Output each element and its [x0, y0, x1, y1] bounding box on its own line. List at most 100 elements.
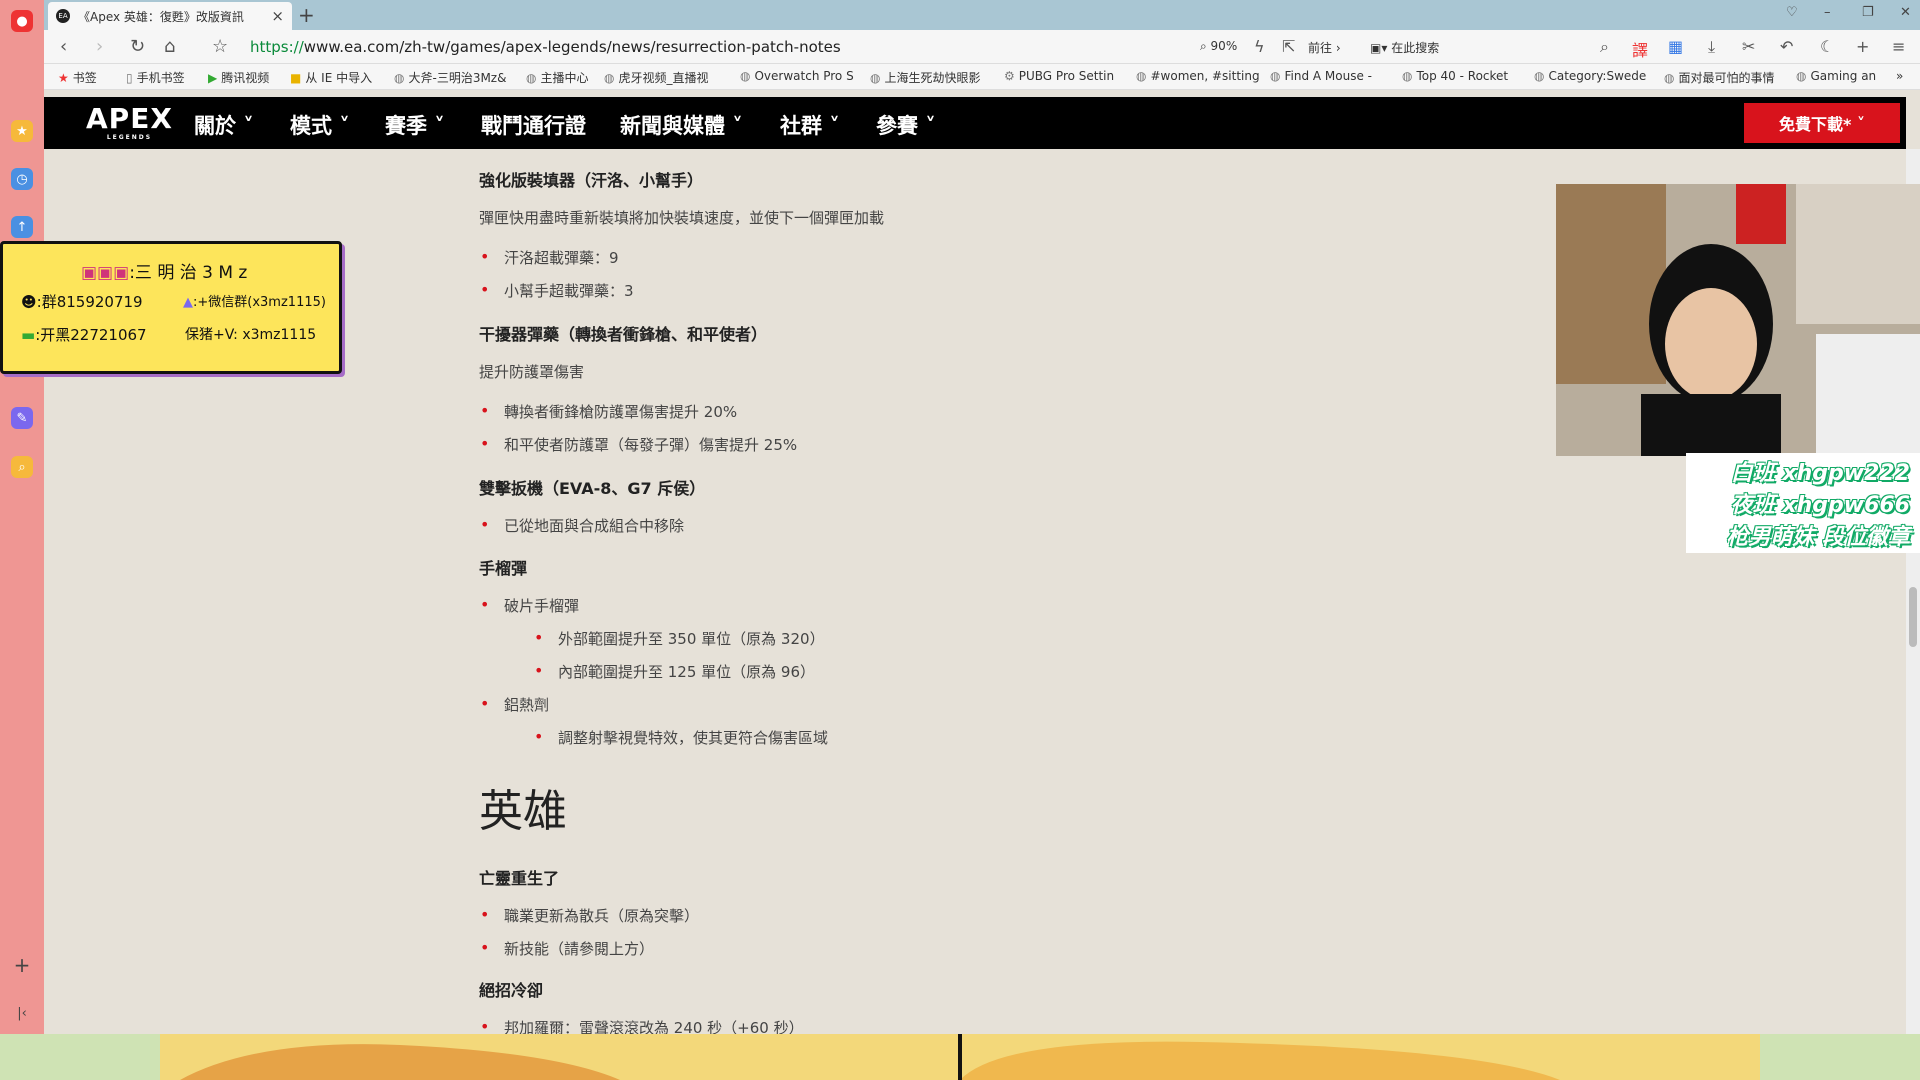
minimize-icon[interactable]: – [1824, 5, 1831, 20]
search-icon[interactable]: ⌕ [1600, 37, 1609, 57]
globe-icon: ◍ [740, 69, 751, 83]
close-window-icon[interactable]: ✕ [1900, 5, 1911, 20]
section-title: 強化版裝填器（汗洛、小幫手） [479, 171, 704, 190]
favorites-icon[interactable]: ★ [11, 120, 33, 142]
note-line-2: ☻:群815920719 [21, 291, 143, 312]
nav-item-community[interactable]: 社群 ˅ [780, 110, 840, 140]
bookmark-label: Category:Swede [1548, 69, 1647, 83]
bookmark-label: 腾讯视频 [221, 71, 270, 85]
url-scheme: https:// [250, 38, 304, 56]
browser-logo-icon[interactable]: ● [11, 10, 33, 32]
forward-icon[interactable]: › [96, 36, 103, 57]
goto-label: 前往 [1308, 41, 1333, 55]
apex-logo[interactable]: APEX LEGENDS [86, 103, 173, 141]
bookmark-item[interactable]: ◍ Find A Mouse - [1270, 69, 1372, 83]
list-item: 和平使者防護罩（每發子彈）傷害提升 25% [480, 434, 797, 455]
bookmark-item[interactable]: ◍ Gaming an [1796, 69, 1876, 83]
nav-item-news[interactable]: 新聞與媒體 ˅ [620, 110, 743, 140]
globe-icon: ◍ [1534, 69, 1545, 83]
collapse-icon[interactable]: |‹ [11, 1002, 33, 1024]
play-icon: ▶ [208, 70, 218, 85]
free-download-button[interactable]: 免費下載* ˅ [1744, 103, 1900, 143]
home-icon[interactable]: ⌂ [164, 36, 175, 57]
history-icon[interactable]: ◷ [11, 168, 33, 190]
qq-icon: ☻ [21, 293, 37, 311]
bookmark-item[interactable]: ◍ #women, #sitting [1136, 69, 1260, 83]
search-icon[interactable]: ⌕ [11, 456, 33, 478]
section-title: 干擾器彈藥（轉換者衝鋒槍、和平使者） [479, 325, 768, 344]
bookmark-item[interactable]: ◍ Category:Swede [1534, 69, 1646, 83]
nav-item-seasons[interactable]: 賽季 ˅ [385, 110, 445, 140]
zoom-level[interactable]: ⌕ 90% [1200, 39, 1237, 54]
new-tab-icon[interactable]: + [298, 3, 315, 27]
back-icon[interactable]: ‹ [60, 36, 67, 57]
bookmark-item[interactable]: ◍ 上海生死劫快眼影 [870, 69, 981, 86]
bookmark-item[interactable]: ⚙ PUBG Pro Settin [1004, 69, 1114, 83]
menu-icon[interactable]: ≡ [1892, 37, 1905, 56]
undo-icon[interactable]: ↶ [1780, 37, 1793, 56]
bookmark-item[interactable]: ◍ 面对最可怕的事情 [1664, 69, 1775, 86]
globe-icon: ◍ [394, 70, 405, 85]
bookmarks-bar: ★ 书签 ▯ 手机书签 ▶ 腾讯视频 ■ 从 IE 中导入 ◍ 大斧-三明治3Mz& ◍ 主… [44, 64, 1920, 90]
folder-icon: ■ [290, 70, 302, 85]
restore-icon[interactable]: ❐ [1862, 5, 1874, 20]
bookmark-label: 主播中心 [540, 71, 589, 85]
section-desc: 提升防護罩傷害 [479, 363, 585, 381]
list-item: 轉換者衝鋒槍防護罩傷害提升 20% [480, 401, 737, 422]
search-engine-select[interactable]: ▣▾ 在此搜索 [1370, 39, 1439, 56]
bookmark-item[interactable]: ▯ 手机书签 [126, 69, 185, 86]
bookmark-item[interactable]: ◍ Overwatch Pro S [740, 69, 854, 83]
nav-label: 新聞與媒體 [620, 114, 725, 138]
nav-item-about[interactable]: 關於 ˅ [194, 110, 254, 140]
bookmark-label: Gaming an [1810, 69, 1877, 83]
goto-button[interactable]: 前往 › [1308, 39, 1341, 56]
note-icon[interactable]: ✎ [11, 407, 33, 429]
webcam-feed [1556, 184, 1920, 456]
bookmark-label: Top 40 - Rocket [1416, 69, 1509, 83]
list-item: 汗洛超載彈藥：9 [480, 247, 618, 268]
bookmark-item[interactable]: ★ 书签 [58, 69, 97, 86]
bookmark-item[interactable]: ◍ 大斧-三明治3Mz& [394, 69, 506, 86]
note-text: :群815920719 [36, 293, 143, 311]
more-bookmarks-icon[interactable]: » [1896, 69, 1903, 83]
bookmark-star-icon[interactable]: ☆ [212, 36, 228, 57]
extension-icon[interactable]: ▦ [1668, 37, 1683, 56]
reload-icon[interactable]: ↻ [130, 36, 145, 57]
note-text: :三 明 治 3 M z [129, 263, 248, 283]
bookmark-item[interactable]: ◍ Top 40 - Rocket [1402, 69, 1508, 83]
translate-icon[interactable]: 譯 [1632, 37, 1648, 61]
share-icon[interactable]: ⇱ [1282, 37, 1295, 56]
cut-icon[interactable]: ✂ [1742, 37, 1755, 56]
nav-label: 社群 [780, 114, 822, 138]
nav-item-modes[interactable]: 模式 ˅ [290, 110, 350, 140]
bookmark-label: 上海生死劫快眼影 [884, 71, 981, 85]
nav-item-compete[interactable]: 參賽 ˅ [876, 110, 936, 140]
close-tab-icon[interactable]: × [271, 7, 284, 25]
add-icon[interactable]: + [1856, 37, 1869, 56]
bookmark-item[interactable]: ▶ 腾讯视频 [208, 69, 269, 86]
wechat-icon: ▲ [183, 295, 193, 310]
bookmark-label: 大斧-三明治3Mz& [408, 71, 507, 85]
scroll-thumb[interactable] [1909, 587, 1917, 647]
list-item: 職業更新為散兵（原為突擊） [480, 905, 699, 926]
tab-active[interactable]: EA 《Apex 英雄：復甦》改版資訊 × [48, 2, 292, 30]
bookmark-item[interactable]: ◍ 虎牙视频_直播视 [604, 69, 709, 86]
pin-icon[interactable]: ↑ [11, 216, 33, 238]
lightning-icon[interactable]: ϟ [1254, 37, 1265, 56]
globe-icon: ◍ [526, 70, 537, 85]
note-text: :+微信群(x3mz1115) [193, 295, 326, 310]
download-icon[interactable]: ⤓ [1708, 37, 1715, 57]
url-field[interactable]: https://www.ea.com/zh-tw/games/apex-lege… [250, 38, 841, 56]
nav-item-battle-pass[interactable]: 戰鬥通行證 [481, 110, 586, 140]
bookmark-label: 从 IE 中导入 [305, 71, 373, 85]
bookmark-item[interactable]: ◍ 主播中心 [526, 69, 589, 86]
bookmark-item[interactable]: ■ 从 IE 中导入 [290, 69, 372, 86]
add-icon[interactable]: + [11, 953, 33, 977]
bookmark-label: Overwatch Pro S [754, 69, 854, 83]
stream-info-note: ▣▣▣:三 明 治 3 M z ☻:群815920719 ▲:+微信群(x3mz… [0, 241, 342, 374]
skin-icon[interactable]: ♡ [1786, 5, 1798, 20]
night-mode-icon[interactable]: ☾ [1820, 37, 1834, 56]
heroes-heading: 英雄 [479, 786, 567, 837]
globe-icon: ◍ [1136, 69, 1147, 83]
star-icon: ★ [58, 70, 69, 85]
